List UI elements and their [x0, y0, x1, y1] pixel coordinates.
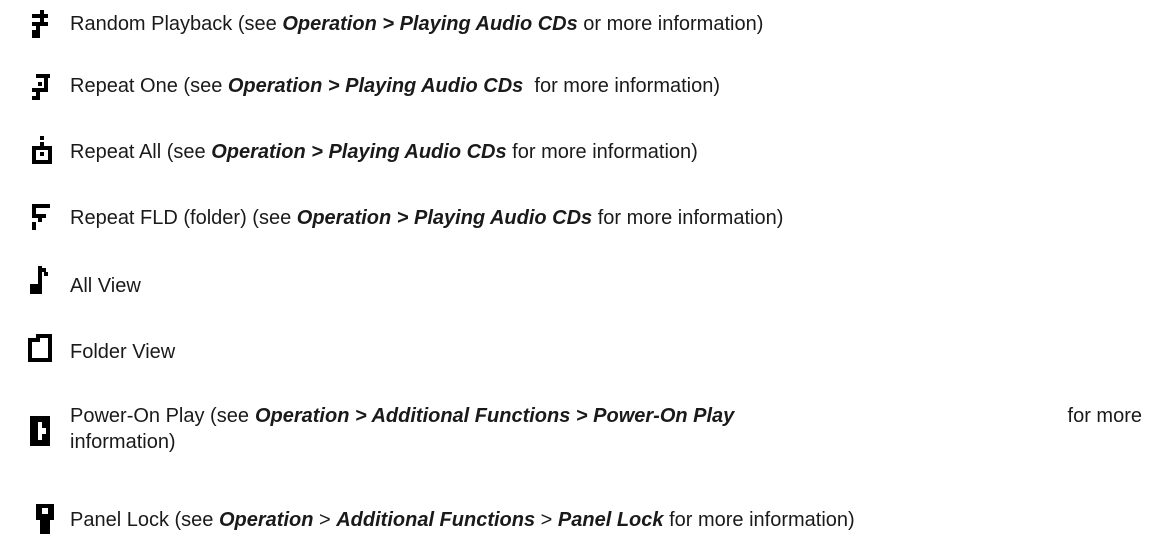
legend-row-all-view: All View — [0, 262, 1154, 298]
link-playing-audio-cds: Operation > Playing Audio CDs — [211, 141, 507, 163]
legend-row-repeat-one: Repeat One (see Operation > Playing Audi… — [0, 68, 1154, 104]
all-view-icon — [30, 266, 48, 294]
link-playing-audio-cds: Operation > Playing Audio CDs — [296, 207, 593, 229]
legend-row-folder-view: Folder View — [0, 328, 1154, 364]
repeat-folder-icon — [32, 204, 50, 230]
legend-text-power-on-play-line2: information) — [70, 431, 176, 453]
folder-view-icon — [28, 334, 52, 362]
link-panel-lock: Panel Lock — [557, 509, 664, 531]
legend-row-repeat-all: Repeat All (see Operation > Playing Audi… — [0, 130, 1154, 166]
legend-row-power-on-play: Power-On Play (see Operation > Additiona… — [0, 402, 1154, 466]
legend-text-random-playback: Random Playback (see Operation > Playing… — [70, 13, 764, 35]
panel-lock-icon — [36, 504, 54, 534]
legend-text-repeat-one: Repeat One (see Operation > Playing Audi… — [70, 75, 721, 97]
repeat-all-icon — [32, 136, 52, 164]
legend-row-random-playback: Random Playback (see Operation > Playing… — [0, 8, 1154, 44]
power-on-play-icon — [30, 416, 50, 446]
repeat-one-icon — [32, 74, 50, 100]
legend-text-all-view: All View — [70, 275, 141, 297]
legend-text-repeat-all: Repeat All (see Operation > Playing Audi… — [70, 141, 698, 163]
link-playing-audio-cds: Operation > Playing Audio CDs — [227, 75, 524, 97]
legend-text-panel-lock: Panel Lock (see Operation > Additional F… — [70, 509, 855, 531]
random-playback-icon — [32, 10, 48, 38]
legend-row-repeat-folder: Repeat FLD (folder) (see Operation > Pla… — [0, 196, 1154, 232]
power-on-play-justified-line: Power-On Play (see Operation > Additiona… — [70, 405, 1142, 427]
legend-text-power-on-play-line1: Power-On Play (see Operation > Additiona… — [70, 404, 1142, 428]
legend-text-folder-view: Folder View — [70, 341, 176, 363]
legend-text-repeat-folder: Repeat FLD (folder) (see Operation > Pla… — [70, 207, 784, 229]
link-additional-functions: Additional Functions — [336, 509, 536, 531]
link-operation: Operation — [218, 509, 314, 531]
link-playing-audio-cds: Operation > Playing Audio CDs — [282, 13, 578, 35]
legend-row-panel-lock: Panel Lock (see Operation > Additional F… — [0, 498, 1154, 538]
link-power-on-play: Operation > Additional Functions > Power… — [254, 405, 735, 427]
